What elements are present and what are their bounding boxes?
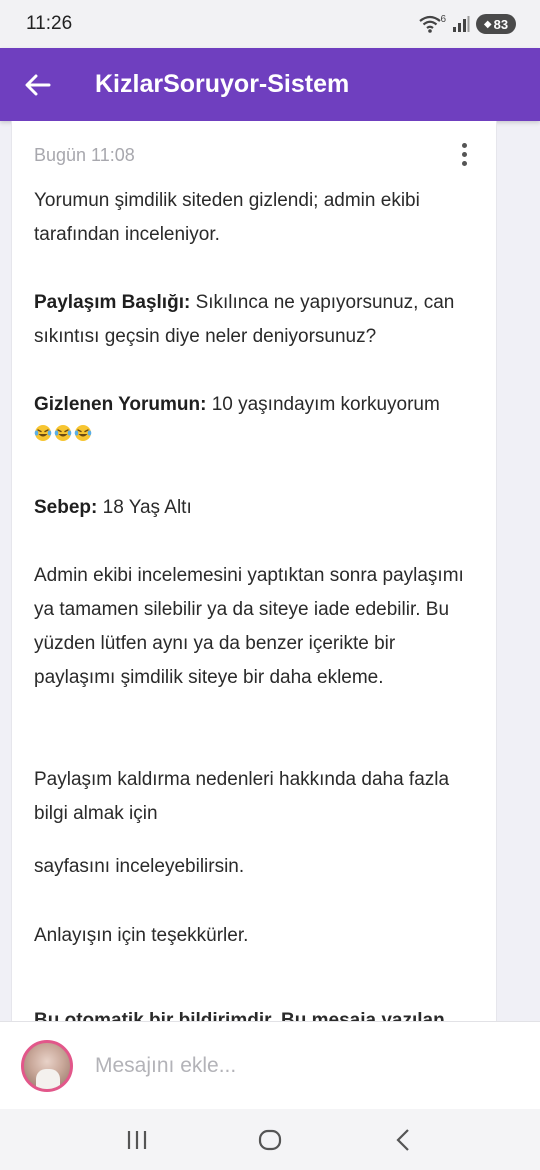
message-date: Bugün 11:08 [34,145,135,165]
message-card: Bugün 11:08 Yorumun şimdilik siteden giz… [11,121,497,1021]
status-time: 11:26 [26,13,73,34]
message-scroll-area[interactable]: Bugün 11:08 Yorumun şimdilik siteden giz… [0,121,540,1021]
info-link-suffix: sayfasını inceleyebilirsin. [34,856,245,877]
battery-leaf-icon: ◆ [483,18,492,30]
avatar[interactable] [21,1039,73,1092]
post-title-block: Paylaşım Başlığı: Sıkılınca ne yapıyorsu… [34,286,474,354]
hidden-comment-label: Gizlenen Yorumun: [34,394,207,415]
home-button[interactable] [240,1115,300,1165]
hidden-comment-value: 10 yaşındayım korkuyorum [206,394,440,415]
post-title-label: Paylaşım Başlığı: [34,292,191,313]
laughing-tears-emoji-icon [54,425,72,441]
battery-indicator: ◆ 83 [476,14,516,34]
intro-text: Yorumun şimdilik siteden gizlendi; admin… [34,190,420,245]
more-dot-icon [461,160,467,166]
signal-icon [452,15,470,33]
laughing-tears-emoji-icon [74,425,92,441]
more-dot-icon [461,142,467,148]
emoji-row [34,424,474,442]
home-icon [258,1129,282,1150]
info-text: Paylaşım kaldırma nedenleri hakkında dah… [34,769,450,824]
message-composer [0,1021,540,1109]
battery-level: 83 [493,16,509,32]
thanks-text: Anlayışın için teşekkürler. [34,925,249,946]
page-title: KizlarSoruyor-Sistem [95,70,350,98]
status-bar: 11:26 6 ◆ 83 [0,0,540,48]
arrow-left-icon [25,74,51,95]
wifi-badge: 6 [440,13,446,25]
recent-apps-icon [127,1130,146,1149]
app-root: 11:26 6 ◆ 83 KizlarSoruyor-Sistem Bugün … [0,0,540,1170]
more-dot-icon [461,151,467,157]
back-button[interactable] [0,48,76,121]
system-nav-bar [0,1109,540,1170]
wifi-icon [418,14,442,34]
more-options-button[interactable] [453,139,475,169]
reason-block: Sebep: 18 Yaş Altı [34,491,474,525]
hidden-comment-block: Gizlenen Yorumun: 10 yaşındayım korkuyor… [34,388,474,442]
review-note-text: Admin ekibi incelemesini yaptıktan sonra… [34,565,464,688]
message-input[interactable] [95,1053,475,1078]
app-bar: KizlarSoruyor-Sistem [0,48,540,121]
chevron-left-icon [396,1128,410,1151]
auto-notice-text: Bu otomatik bir bildirimdir. Bu mesaja y… [34,1010,445,1021]
status-icons: 6 ◆ 83 [418,14,516,34]
recent-apps-button[interactable] [107,1115,167,1165]
system-back-button[interactable] [373,1115,433,1165]
laughing-tears-emoji-icon [34,425,52,441]
reason-label: Sebep: [34,497,98,518]
reason-value: 18 Yaş Altı [97,497,192,518]
